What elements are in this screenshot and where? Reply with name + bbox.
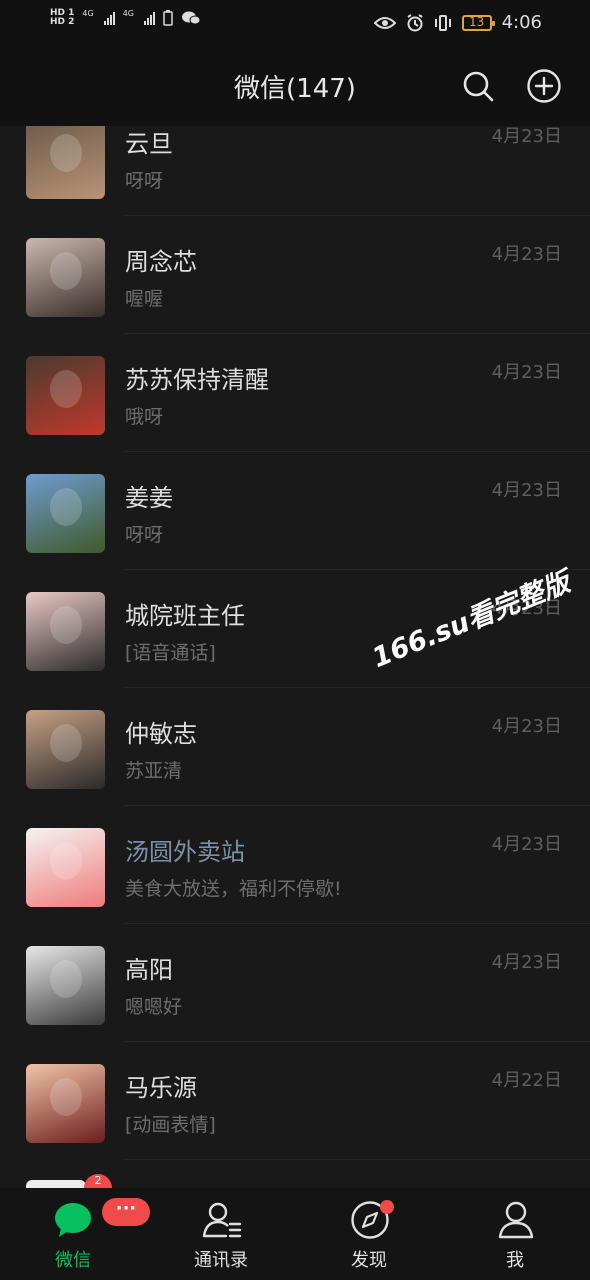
chat-name: 姜姜 bbox=[125, 484, 173, 512]
battery-level: 13 bbox=[468, 14, 485, 29]
contacts-icon bbox=[202, 1202, 242, 1238]
add-circle-icon bbox=[527, 69, 561, 103]
chat-preview: 喔喔 bbox=[125, 288, 164, 310]
partial-avatar bbox=[26, 1180, 86, 1188]
chat-preview: [语音通话] bbox=[125, 642, 216, 664]
avatar-photo bbox=[50, 1078, 82, 1116]
chat-preview: 哦呀 bbox=[125, 406, 164, 428]
chat-row[interactable]: 仲敏志苏亚清 4月23日 bbox=[0, 680, 590, 806]
chat-preview: 美食大放送，福利不停歇! bbox=[125, 878, 342, 900]
search-button[interactable] bbox=[460, 68, 496, 104]
chat-name: 城院班主任 bbox=[125, 602, 245, 630]
signal-icon bbox=[103, 11, 115, 25]
chat-name: 苏苏保持清醒 bbox=[125, 366, 269, 394]
tab-contacts[interactable]: 通讯录 bbox=[166, 1188, 276, 1280]
chat-preview: 呀呀 bbox=[125, 524, 164, 546]
tab-chats[interactable]: 微信 ··· bbox=[18, 1188, 150, 1280]
unread-badge: ··· bbox=[102, 1198, 150, 1226]
status-right: 13 4:06 bbox=[373, 12, 542, 33]
tab-chats-label: 微信 bbox=[55, 1250, 91, 1271]
status-left: HD 1 HD 2 4G 4G bbox=[50, 9, 201, 27]
avatar-photo bbox=[50, 842, 82, 880]
avatar[interactable] bbox=[26, 828, 105, 907]
bottom-tab-bar: 微信 ··· 通讯录 发现 我 bbox=[0, 1188, 590, 1280]
avatar-photo bbox=[50, 134, 82, 172]
network-label: 4G bbox=[82, 9, 94, 18]
chat-row[interactable]: 汤圆外卖站美食大放送，福利不停歇! 4月23日 bbox=[0, 798, 590, 924]
search-icon bbox=[463, 71, 494, 102]
divider bbox=[125, 1159, 590, 1160]
chat-date: 4月22日 bbox=[491, 1070, 562, 1091]
chat-row[interactable]: 周念芯喔喔 4月23日 bbox=[0, 208, 590, 334]
network-label-2: 4G bbox=[122, 9, 134, 18]
chat-row[interactable]: 高阳嗯嗯好 4月23日 bbox=[0, 916, 590, 1042]
avatar-photo bbox=[50, 606, 82, 644]
chat-date: 4月23日 bbox=[491, 952, 562, 973]
avatar[interactable] bbox=[26, 946, 105, 1025]
chat-list[interactable]: 云旦 呀呀 4月23日 周念芯 喔喔 4月23日 苏苏保持清醒 哦呀 4月23日 姜姜 呀呀 4月23… bbox=[0, 126, 590, 1188]
chat-name: 马乐源 bbox=[125, 1074, 197, 1102]
vibrate-icon bbox=[434, 14, 451, 31]
avatar[interactable] bbox=[26, 238, 105, 317]
battery-saver-icon bbox=[163, 10, 173, 26]
chat-preview: 嗯嗯好 bbox=[125, 996, 183, 1018]
sim-indicators: HD 1 HD 2 bbox=[50, 9, 74, 27]
chat-name: 汤圆外卖站 bbox=[125, 838, 245, 866]
chat-date: 4月23日 bbox=[491, 126, 562, 147]
app-header: 微信(147) bbox=[0, 50, 590, 126]
clock: 4:06 bbox=[501, 12, 542, 33]
tab-discover[interactable]: 发现 bbox=[314, 1188, 424, 1280]
battery-icon: 13 bbox=[461, 14, 495, 31]
add-button[interactable] bbox=[526, 68, 562, 104]
avatar-photo bbox=[50, 960, 82, 998]
avatar-photo bbox=[50, 724, 82, 762]
chat-date: 4月23日 bbox=[491, 362, 562, 383]
chat-date: 4月23日 bbox=[491, 716, 562, 737]
chat-date: 4月23日 bbox=[491, 480, 562, 501]
chat-name: 高阳 bbox=[125, 956, 173, 984]
chat-date: 4月23日 bbox=[491, 834, 562, 855]
page-title: 微信(147) bbox=[234, 74, 356, 104]
chat-preview: 呀呀 bbox=[125, 170, 164, 192]
avatar[interactable] bbox=[26, 474, 105, 553]
chat-row[interactable]: 苏苏保持清醒哦呀 4月23日 bbox=[0, 326, 590, 452]
chat-row[interactable]: 云旦呀呀 4月23日 bbox=[0, 126, 590, 216]
wechat-notification-icon bbox=[182, 11, 201, 25]
avatar[interactable] bbox=[26, 126, 105, 199]
chat-row[interactable]: 姜姜呀呀 4月23日 bbox=[0, 444, 590, 570]
avatar[interactable] bbox=[26, 1064, 105, 1143]
chat-name: 周念芯 bbox=[125, 248, 197, 276]
status-bar: HD 1 HD 2 4G 4G 13 4:06 bbox=[0, 0, 590, 50]
discover-notification-dot bbox=[380, 1200, 394, 1214]
chat-name: 云旦 bbox=[125, 130, 173, 158]
chat-preview: 苏亚清 bbox=[125, 760, 183, 782]
chat-icon bbox=[55, 1203, 91, 1237]
alarm-icon bbox=[407, 13, 423, 31]
chat-date: 4月23日 bbox=[491, 244, 562, 265]
avatar-photo bbox=[50, 252, 82, 290]
tab-me[interactable]: 我 bbox=[460, 1188, 570, 1280]
tab-discover-label: 发现 bbox=[351, 1250, 387, 1271]
chat-name: 仲敏志 bbox=[125, 720, 197, 748]
avatar-photo bbox=[50, 488, 82, 526]
tab-contacts-label: 通讯录 bbox=[194, 1250, 248, 1271]
tab-me-label: 我 bbox=[506, 1250, 524, 1271]
avatar[interactable] bbox=[26, 592, 105, 671]
avatar-photo bbox=[50, 370, 82, 408]
sim2-label: HD 2 bbox=[50, 17, 75, 27]
avatar[interactable] bbox=[26, 710, 105, 789]
chat-preview: [动画表情] bbox=[125, 1114, 216, 1136]
chat-row[interactable]: 马乐源 [动画表情] 4月22日 bbox=[0, 1034, 590, 1160]
signal-icon-2 bbox=[144, 11, 155, 25]
avatar[interactable] bbox=[26, 356, 105, 435]
profile-icon bbox=[498, 1201, 534, 1239]
eye-icon bbox=[373, 16, 396, 29]
